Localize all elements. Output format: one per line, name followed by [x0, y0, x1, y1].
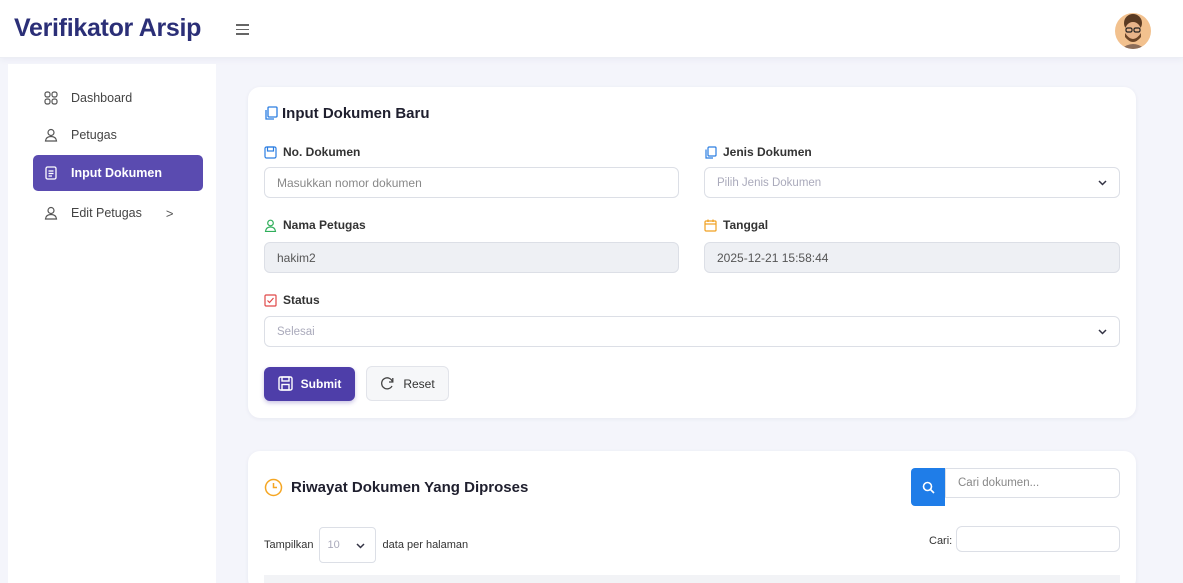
user-icon	[264, 219, 277, 232]
refresh-icon	[380, 376, 396, 392]
tanggal-label: Tanggal	[704, 218, 768, 232]
grid-icon	[43, 90, 59, 106]
sidebar-item-label: Dashboard	[71, 91, 133, 105]
nama-petugas-field[interactable]: hakim2	[264, 242, 679, 273]
user-icon	[43, 205, 59, 221]
submit-button[interactable]: Submit	[264, 367, 355, 401]
form-title: Input Dokumen Baru	[264, 105, 430, 122]
no-dokumen-label: No. Dokumen	[264, 145, 360, 159]
no-dokumen-input[interactable]: Masukkan nomor dokumen	[264, 167, 679, 198]
document-icon	[43, 165, 59, 181]
page-length-select[interactable]: 10	[318, 527, 376, 563]
sidebar-item-label: Input Dokumen	[71, 166, 162, 180]
search-icon	[922, 481, 935, 494]
jenis-dokumen-select[interactable]: Pilih Jenis Dokumen	[704, 167, 1120, 198]
user-icon	[43, 127, 59, 143]
input-dokumen-card: Input Dokumen Baru No. Dokumen Masukkan …	[248, 87, 1136, 418]
search-button[interactable]	[911, 468, 945, 506]
save-doc-icon	[264, 145, 277, 159]
copy-document-icon	[704, 145, 717, 159]
cari-label: Cari:	[929, 535, 953, 547]
status-select[interactable]: Selesai	[264, 316, 1120, 347]
sidebar-item-input-dokumen[interactable]: Input Dokumen	[33, 155, 203, 191]
sidebar: Dashboard Petugas Input Dokumen Edit Pet…	[8, 64, 216, 583]
chevron-down-icon	[1098, 327, 1107, 336]
save-icon	[277, 376, 294, 392]
status-label: Status	[264, 293, 320, 307]
chevron-right-icon: >	[165, 205, 174, 221]
copy-document-icon	[264, 106, 279, 121]
table-search-input[interactable]	[956, 526, 1120, 552]
app-title[interactable]: Verifikator Arsip	[14, 14, 201, 43]
sidebar-item-dashboard[interactable]: Dashboard	[33, 80, 203, 116]
jenis-dokumen-label: Jenis Dokumen	[704, 145, 812, 159]
top-bar: Verifikator Arsip	[0, 0, 1183, 58]
table-header	[264, 575, 1120, 583]
show-suffix-label: data per halaman	[382, 539, 469, 551]
hamburger-menu-icon[interactable]	[236, 24, 249, 35]
chevron-down-icon	[1098, 178, 1107, 187]
riwayat-card: Riwayat Dokumen Yang Diproses Cari dokum…	[248, 451, 1136, 583]
sidebar-item-petugas[interactable]: Petugas	[33, 117, 203, 153]
sidebar-item-label: Edit Petugas	[71, 206, 142, 220]
reset-button[interactable]: Reset	[366, 366, 449, 401]
sidebar-item-edit-petugas[interactable]: Edit Petugas >	[33, 195, 203, 231]
sidebar-item-label: Petugas	[71, 128, 117, 142]
nama-petugas-label: Nama Petugas	[264, 218, 366, 232]
tanggal-field[interactable]: 2025-12-21 15:58:44	[704, 242, 1120, 273]
page-length-control: Tampilkan 10 data per halaman	[264, 527, 468, 563]
show-prefix-label: Tampilkan	[264, 539, 314, 551]
chevron-down-icon	[356, 541, 365, 550]
avatar[interactable]	[1115, 13, 1151, 49]
search-input[interactable]: Cari dokumen...	[945, 468, 1120, 498]
checkbox-icon	[264, 293, 277, 307]
calendar-icon	[704, 219, 717, 232]
clock-icon	[264, 478, 283, 497]
history-title: Riwayat Dokumen Yang Diproses	[264, 478, 528, 497]
